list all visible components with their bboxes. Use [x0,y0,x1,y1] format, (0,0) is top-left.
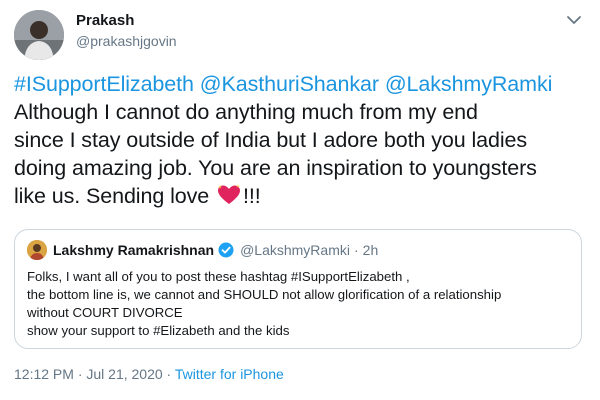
quoted-tweet-text: Folks, I want all of you to post these h… [27,268,569,340]
chevron-down-icon[interactable] [566,14,582,26]
quoted-author-avatar [27,240,47,260]
sparkling-heart-icon [216,184,242,206]
quoted-tweet-header: Lakshmy Ramakrishnan @LakshmyRamki · 2h [27,240,569,260]
author-name[interactable]: Prakash [76,12,134,29]
mention-link[interactable]: @LakshmyRamki [385,72,553,96]
hashtag-link[interactable]: #ISupportElizabeth [14,72,194,96]
tweet-line: Although I cannot do anything much from … [14,100,478,124]
verified-badge-icon [218,242,234,258]
quoted-author-name: Lakshmy Ramakrishnan [53,242,215,258]
author-handle[interactable]: @prakashjgovin [76,33,177,49]
quoted-line: without COURT DIVORCE [27,305,183,320]
quoted-line: show your support to #Elizabeth and the … [27,323,290,338]
tweet-trailing: !!! [242,184,261,208]
tweet-last-line: like us. Sending love !!! [14,182,588,210]
quoted-tweet[interactable]: Lakshmy Ramakrishnan @LakshmyRamki · 2h … [14,229,582,349]
tweet-meta: 12:12 PM · Jul 21, 2020 · Twitter for iP… [14,366,284,382]
tweet-line: since I stay outside of India but I ador… [14,128,528,152]
tweet-card: Prakash @prakashjgovin #ISupportElizabet… [0,0,600,400]
tweet-line: doing amazing job. You are an inspiratio… [14,156,537,180]
tweet-mentions-line: #ISupportElizabeth @KasthuriShankar @Lak… [14,70,588,98]
tweet-text: #ISupportElizabeth @KasthuriShankar @Lak… [14,70,588,210]
quoted-author-handle: @LakshmyRamki [240,242,350,258]
mention-link[interactable]: @KasthuriShankar [200,72,379,96]
tweet-source-link[interactable]: Twitter for iPhone [175,366,284,382]
separator-dot: · [353,242,359,258]
quoted-line: Folks, I want all of you to post these h… [27,269,410,284]
quoted-line: the bottom line is, we cannot and SHOULD… [27,287,502,302]
author-avatar[interactable] [14,10,64,60]
tweet-line: like us. Sending love [14,184,210,208]
tweet-timestamp[interactable]: 12:12 PM · Jul 21, 2020 · [14,366,175,382]
quoted-time: 2h [362,242,379,258]
